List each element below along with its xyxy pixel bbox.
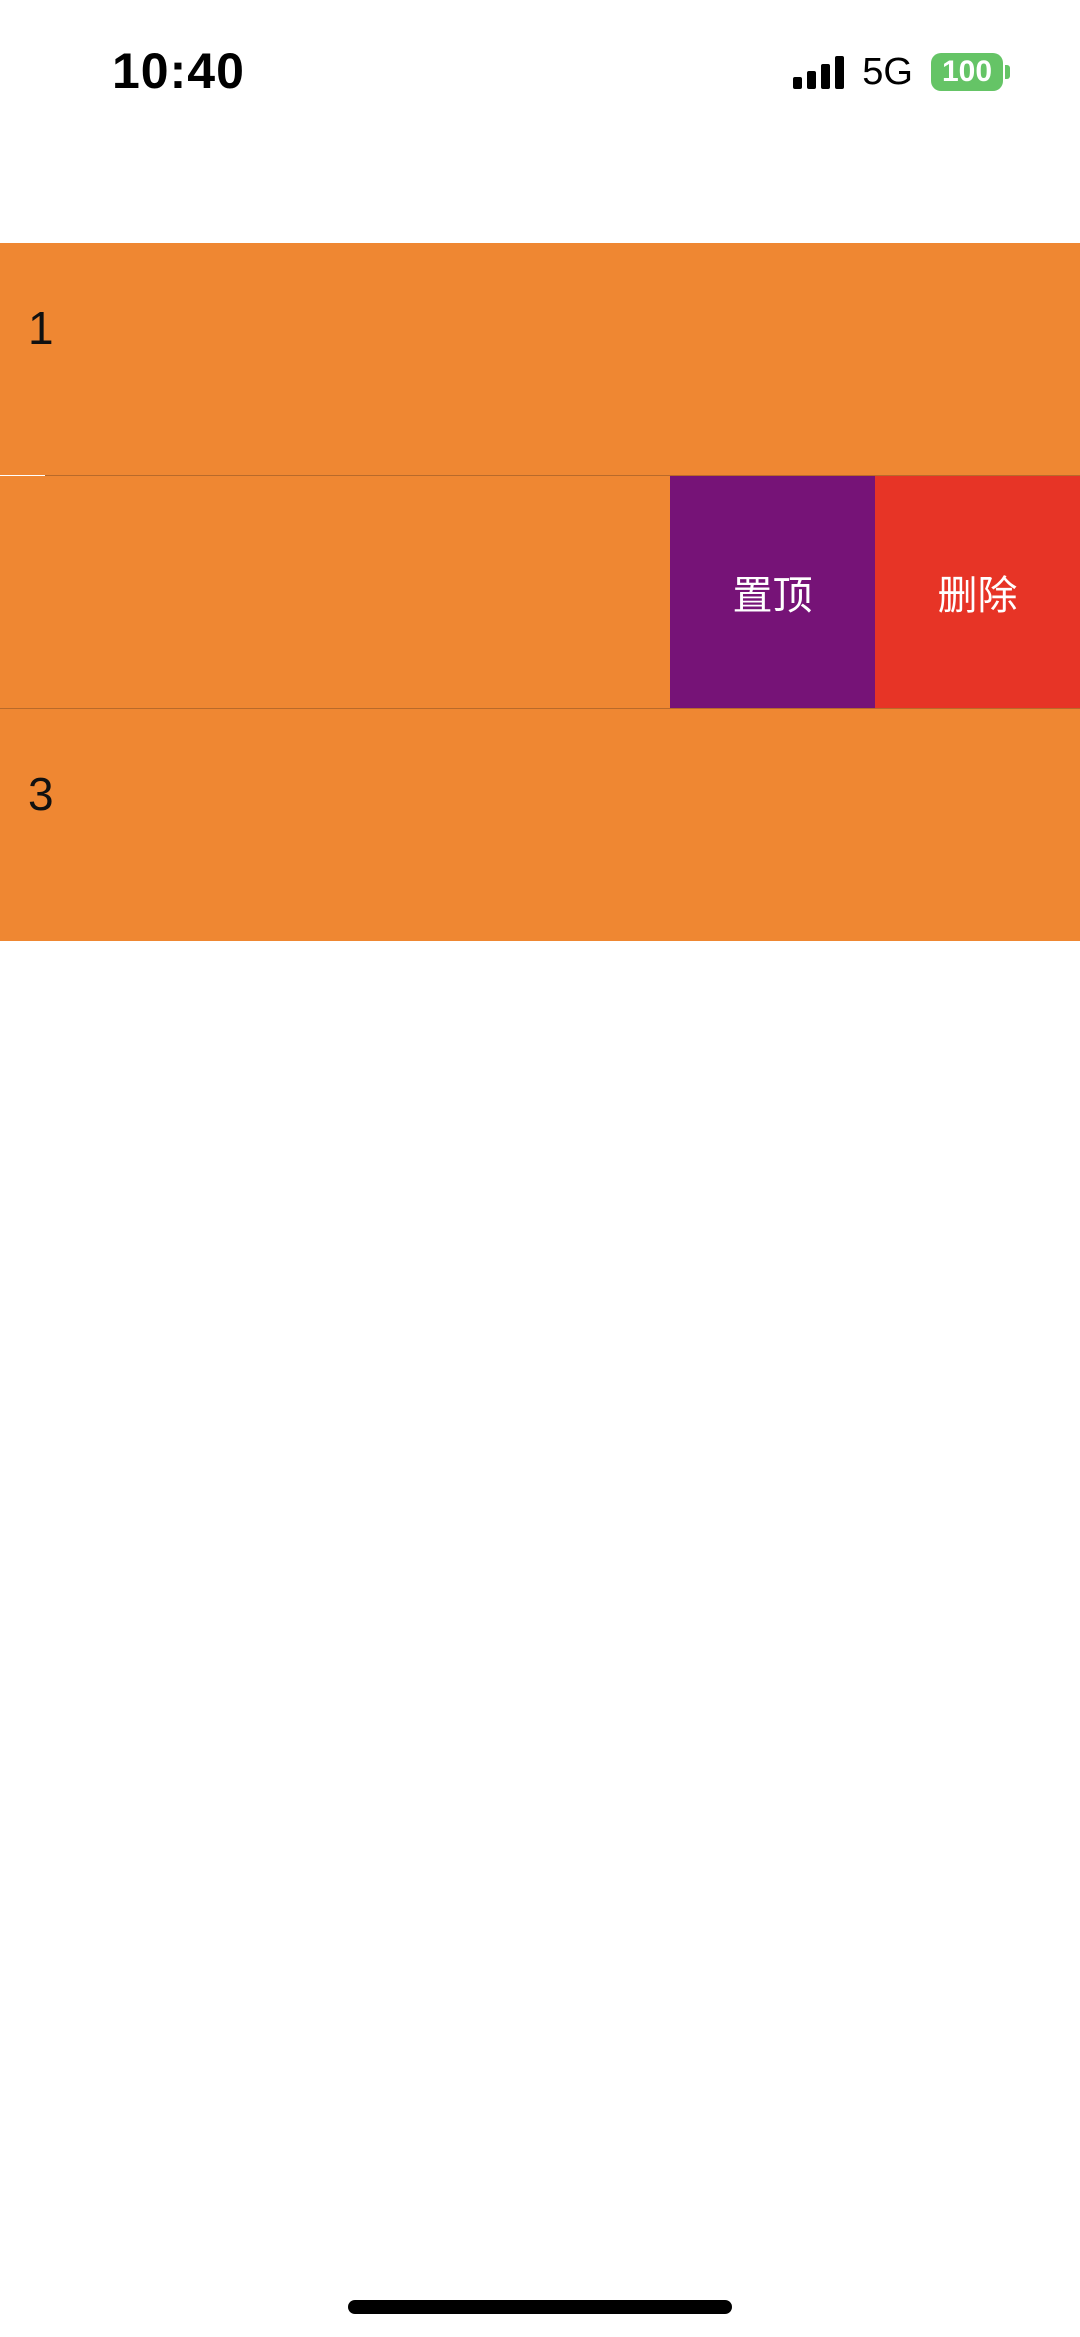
battery-icon: 100 bbox=[931, 53, 1010, 91]
battery-level: 100 bbox=[931, 53, 1003, 91]
list-item-label: 3 bbox=[28, 768, 54, 820]
list-item[interactable]: 3 bbox=[0, 709, 1080, 941]
list-item-swiped[interactable]: 置顶 删除 bbox=[0, 476, 1080, 708]
swipe-actions: 置顶 删除 bbox=[670, 476, 1080, 708]
delete-button[interactable]: 删除 bbox=[875, 476, 1080, 708]
list-item[interactable]: 1 bbox=[0, 243, 1080, 475]
home-indicator[interactable] bbox=[348, 2300, 732, 2314]
battery-cap bbox=[1005, 65, 1010, 79]
pin-to-top-button[interactable]: 置顶 bbox=[670, 476, 875, 708]
status-bar: 10:40 5G 100 bbox=[0, 0, 1080, 142]
swipe-list: 1 置顶 删除 3 bbox=[0, 243, 1080, 941]
list-item-label: 1 bbox=[28, 302, 54, 354]
status-time: 10:40 bbox=[112, 43, 245, 99]
cellular-signal-icon bbox=[793, 55, 845, 89]
network-type: 5G bbox=[862, 51, 913, 93]
status-indicators: 5G 100 bbox=[793, 52, 1010, 92]
